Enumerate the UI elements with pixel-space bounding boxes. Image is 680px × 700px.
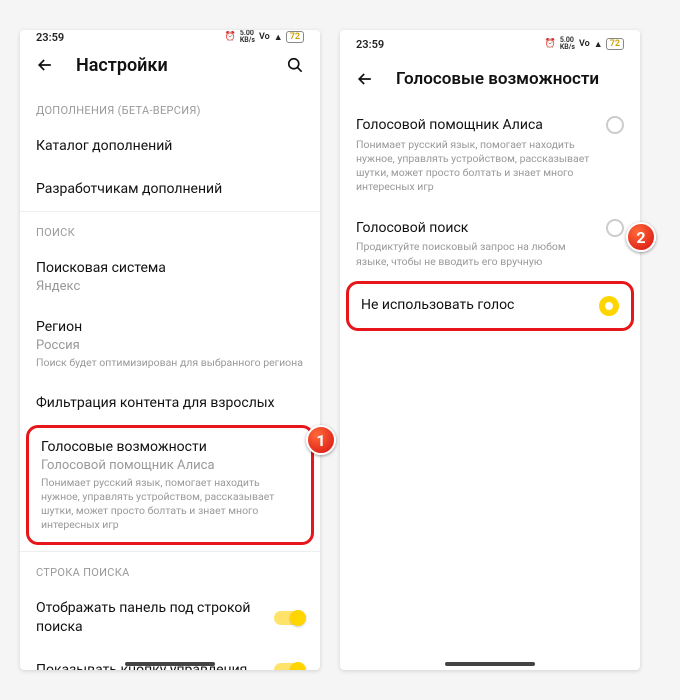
radio-button[interactable] bbox=[606, 219, 624, 237]
status-time: 23:59 bbox=[36, 31, 64, 44]
signal-icon: ▲ bbox=[274, 32, 282, 43]
home-indicator bbox=[445, 662, 535, 666]
page-title: Настройки bbox=[76, 55, 264, 76]
callout-voice: Голосовые возможности Голосовой помощник… bbox=[26, 425, 314, 546]
header: Голосовые возможности bbox=[340, 58, 640, 104]
annotation-badge-1: 1 bbox=[306, 425, 336, 455]
row-label: Голосовой поиск bbox=[356, 219, 594, 238]
row-show-panel[interactable]: Отображать панель под строкой поиска bbox=[20, 587, 320, 649]
header: Настройки bbox=[20, 44, 320, 90]
row-region[interactable]: Регион Россия Поиск будет оптимизирован … bbox=[20, 306, 320, 382]
status-bar: 23:59 ⏰ 5.00 KB/s Vo ▲ 72 bbox=[20, 30, 320, 44]
net-speed: 5.00 KB/s bbox=[240, 30, 255, 44]
battery-icon: 72 bbox=[606, 38, 624, 50]
radio-button-selected[interactable] bbox=[599, 296, 619, 316]
section-header-extensions: ДОПОЛНЕНИЯ (БЕТА-ВЕРСИЯ) bbox=[20, 90, 320, 125]
row-value: Яндекс bbox=[36, 279, 304, 294]
toggle-switch[interactable] bbox=[274, 611, 304, 625]
page-title: Голосовые возможности bbox=[396, 69, 626, 89]
row-no-voice[interactable]: Не использовать голос bbox=[349, 284, 631, 328]
row-alice[interactable]: Голосовой помощник Алиса Понимает русски… bbox=[340, 104, 640, 207]
row-label: Поисковая система bbox=[36, 259, 304, 278]
status-bar: 23:59 ⏰ 5.00 KB/s Vo ▲ 72 bbox=[340, 30, 640, 58]
back-icon[interactable] bbox=[354, 68, 376, 90]
row-label: Фильтрация контента для взрослых bbox=[36, 394, 304, 413]
row-sub: Голосовой помощник Алиса bbox=[41, 458, 299, 473]
annotation-badge-2: 2 bbox=[626, 222, 656, 252]
alarm-icon: ⏰ bbox=[225, 32, 236, 42]
phone-left: 23:59 ⏰ 5.00 KB/s Vo ▲ 72 Настройки ДОПО… bbox=[20, 30, 320, 670]
row-voice-search[interactable]: Голосовой поиск Продиктуйте поисковый за… bbox=[340, 207, 640, 281]
back-icon[interactable] bbox=[34, 54, 56, 76]
row-value: Россия bbox=[36, 338, 304, 353]
row-label: Голосовой помощник Алиса bbox=[356, 116, 594, 135]
row-label: Отображать панель под строкой поиска bbox=[36, 599, 262, 637]
row-label: Не использовать голос bbox=[361, 296, 587, 315]
battery-icon: 72 bbox=[286, 31, 304, 43]
toggle-switch[interactable] bbox=[274, 663, 304, 670]
row-note: Продиктуйте поисковый запрос на любом яз… bbox=[356, 240, 594, 268]
row-adult-filter[interactable]: Фильтрация контента для взрослых bbox=[20, 382, 320, 425]
section-header-bar: СТРОКА ПОИСКА bbox=[20, 552, 320, 587]
row-dev[interactable]: Разработчикам дополнений bbox=[20, 168, 320, 211]
status-right: ⏰ 5.00 KB/s Vo ▲ 72 bbox=[545, 37, 624, 51]
row-search-engine[interactable]: Поисковая система Яндекс bbox=[20, 247, 320, 306]
home-indicator bbox=[125, 662, 215, 666]
status-time: 23:59 bbox=[356, 38, 384, 51]
row-label: Регион bbox=[36, 318, 304, 337]
callout-novoice: Не использовать голос bbox=[346, 281, 634, 331]
row-voice[interactable]: Голосовые возможности Голосовой помощник… bbox=[29, 428, 311, 543]
section-header-search: ПОИСК bbox=[20, 212, 320, 247]
volte-icon: Vo bbox=[259, 32, 270, 42]
radio-button[interactable] bbox=[606, 116, 624, 134]
phone-right: 23:59 ⏰ 5.00 KB/s Vo ▲ 72 Голосовые возм… bbox=[340, 30, 640, 670]
row-note: Понимает русский язык, помогает находить… bbox=[41, 476, 299, 533]
alarm-icon: ⏰ bbox=[545, 39, 556, 49]
row-label: Разработчикам дополнений bbox=[36, 180, 304, 199]
row-catalog[interactable]: Каталог дополнений bbox=[20, 125, 320, 168]
row-note: Понимает русский язык, помогает находить… bbox=[356, 138, 594, 195]
volte-icon: Vo bbox=[579, 39, 590, 49]
net-speed: 5.00 KB/s bbox=[560, 37, 575, 51]
status-right: ⏰ 5.00 KB/s Vo ▲ 72 bbox=[225, 30, 304, 44]
search-icon[interactable] bbox=[284, 54, 306, 76]
row-show-ctrl[interactable]: Показывать кнопку управления bbox=[20, 649, 320, 670]
row-label: Голосовые возможности bbox=[41, 438, 299, 457]
signal-icon: ▲ bbox=[594, 39, 602, 50]
row-label: Каталог дополнений bbox=[36, 137, 304, 156]
row-note: Поиск будет оптимизирован для выбранного… bbox=[36, 356, 304, 370]
